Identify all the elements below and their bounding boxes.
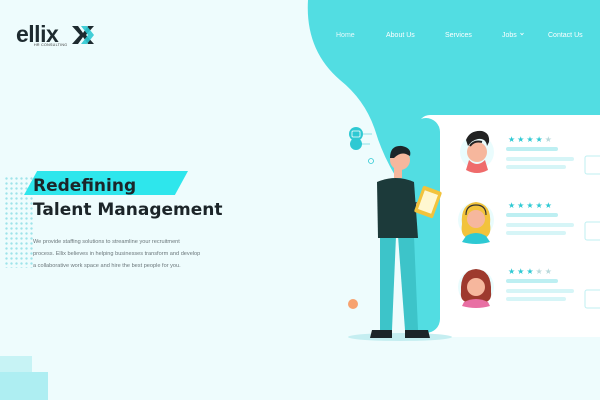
- nav-jobs[interactable]: Jobs: [502, 31, 524, 41]
- star-rating: ★★★★★: [508, 136, 554, 144]
- placeholder-line: [506, 297, 566, 301]
- star-icon: ★: [508, 135, 518, 144]
- placeholder-line: [506, 157, 574, 161]
- nav-services[interactable]: Services: [445, 31, 472, 41]
- star-icon: ★: [544, 135, 554, 144]
- star-icon: ★: [517, 201, 527, 210]
- star-icon: ★: [508, 267, 518, 276]
- star-rating: ★★★★★: [508, 202, 554, 210]
- logo-x-mark-icon: [72, 26, 94, 44]
- star-icon: ★: [544, 267, 554, 276]
- nav-about-us[interactable]: About Us: [386, 31, 415, 41]
- star-icon: ★: [517, 135, 527, 144]
- star-icon: ★: [535, 201, 545, 210]
- placeholder-line: [506, 147, 558, 151]
- star-icon: ★: [526, 201, 536, 210]
- hero-description-line3: a collaborative work space and hire the …: [33, 263, 181, 269]
- star-icon: ★: [535, 267, 545, 276]
- hero-title-line1: Redefining: [33, 176, 137, 196]
- placeholder-line: [506, 223, 574, 227]
- nav-home[interactable]: Home: [336, 31, 355, 41]
- placeholder-line: [506, 165, 566, 169]
- star-icon: ★: [535, 135, 545, 144]
- placeholder-line: [506, 231, 566, 235]
- placeholder-line: [506, 289, 574, 293]
- star-icon: ★: [508, 201, 518, 210]
- star-icon: ★: [544, 201, 554, 210]
- nav-contact-us[interactable]: Contact Us: [548, 31, 583, 41]
- star-icon: ★: [526, 135, 536, 144]
- nav-jobs-label: Jobs: [502, 32, 517, 39]
- chevron-down-icon: [519, 32, 524, 36]
- logo[interactable]: ellix HR CONSULTING: [16, 22, 94, 50]
- hero-title: Redefining Talent Management: [33, 174, 283, 222]
- star-rating: ★★★★★: [508, 268, 554, 276]
- hero-description: We provide staffing solutions to streaml…: [33, 236, 233, 272]
- star-icon: ★: [517, 267, 527, 276]
- hero-title-line2: Talent Management: [33, 200, 223, 220]
- corner-square-decoration: [0, 372, 48, 400]
- main-nav: Home About Us Services Jobs Contact Us: [330, 31, 600, 45]
- logo-tagline: HR CONSULTING: [34, 43, 68, 47]
- placeholder-line: [506, 213, 558, 217]
- placeholder-line: [506, 279, 558, 283]
- hero-description-line2: process. Ellix believes in helping busin…: [33, 251, 201, 257]
- hero-description-line1: We provide staffing solutions to streaml…: [33, 239, 180, 245]
- star-icon: ★: [526, 267, 536, 276]
